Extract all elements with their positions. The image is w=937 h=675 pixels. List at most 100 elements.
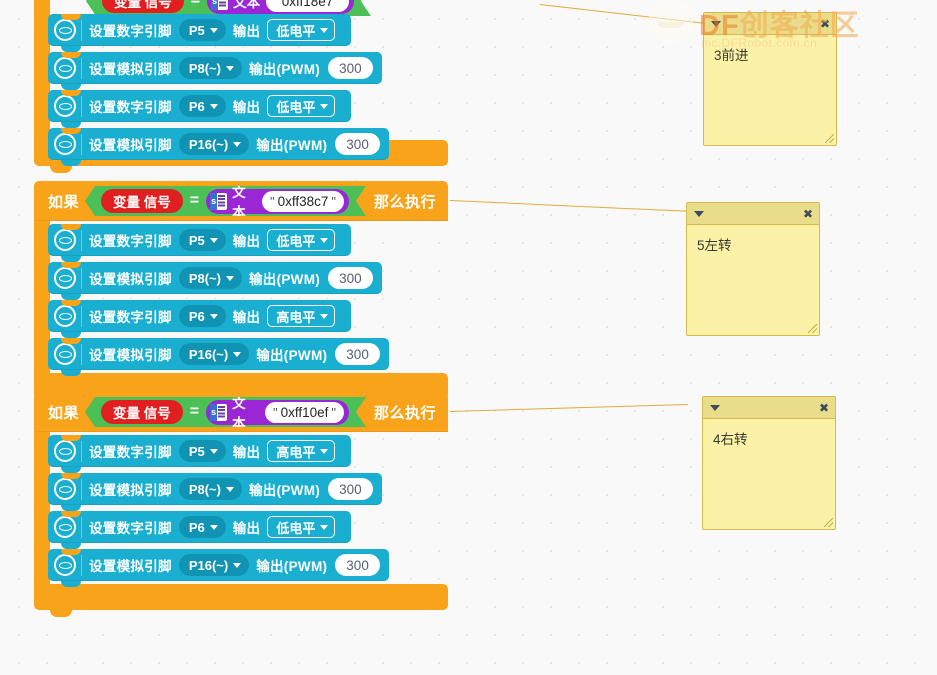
resize-handle[interactable]	[824, 518, 833, 527]
output-label: 输出	[232, 234, 261, 249]
if-keyword: 如果	[48, 404, 80, 422]
text-value-right[interactable]: " 0xff10ef "	[265, 402, 344, 423]
comment-text[interactable]: 5左转	[687, 225, 819, 267]
output-label: 输出	[232, 100, 261, 115]
set-analog-pin-block[interactable]: 设置模拟引脚 P16(~) 输出(PWM) 300	[48, 549, 389, 587]
divider	[81, 267, 82, 289]
if-block-right[interactable]: 如果 变量 信号 = s 文本 " 0xff10ef " 那么执行	[34, 392, 448, 617]
pin-icon	[54, 267, 76, 289]
pin-dropdown[interactable]: P5	[178, 229, 226, 251]
pwm-value-field[interactable]: 300	[335, 133, 380, 155]
text-reporter-forward[interactable]: s 文本 " 0xff18e7 "	[207, 0, 354, 14]
set-analog-pin-block[interactable]: 设置模拟引脚 P16(~) 输出(PWM) 300	[48, 128, 389, 166]
collapse-caret-icon[interactable]	[711, 20, 721, 27]
comment-left[interactable]: ✖ 5左转	[686, 202, 820, 336]
pwm-value-field[interactable]: 300	[328, 478, 373, 500]
set-digital-pin-block[interactable]: 设置数字引脚 P6 输出 低电平	[48, 90, 352, 128]
comment-forward[interactable]: ✖ 3前进	[703, 12, 837, 146]
text-reporter-left[interactable]: s 文本 " 0xff38c7 "	[206, 189, 349, 214]
collapse-caret-icon[interactable]	[710, 404, 720, 411]
pin-dropdown[interactable]: P16(~)	[178, 133, 250, 155]
pin-dropdown-value: P16(~)	[188, 346, 229, 362]
resize-handle[interactable]	[825, 134, 834, 143]
variable-reporter-left[interactable]: 变量 信号	[101, 189, 183, 213]
block-label: 设置模拟引脚	[89, 272, 172, 287]
text-string-icon: s	[210, 193, 227, 210]
level-dropdown[interactable]: 高电平	[267, 440, 336, 462]
if-header-left[interactable]: 如果 变量 信号 = s 文本 " 0xff38c7 " 那么执行	[34, 181, 448, 221]
close-icon[interactable]: ✖	[803, 208, 813, 220]
set-digital-pin-block[interactable]: 设置数字引脚 P6 输出 高电平	[48, 300, 352, 338]
pin-dropdown[interactable]: P6	[178, 95, 226, 117]
level-dropdown-value: 高电平	[276, 444, 316, 460]
set-analog-pin-block[interactable]: 设置模拟引脚 P8(~) 输出(PWM) 300	[48, 262, 382, 300]
level-dropdown[interactable]: 高电平	[267, 305, 336, 327]
df-hexagon-logo-icon	[649, 0, 693, 46]
block-label: 设置模拟引脚	[89, 138, 172, 153]
pwm-value-field[interactable]: 300	[328, 267, 373, 289]
variable-reporter-right[interactable]: 变量 信号	[101, 400, 183, 424]
comment-header[interactable]: ✖	[703, 397, 835, 419]
pin-dropdown[interactable]: P6	[178, 305, 226, 327]
text-reporter-right[interactable]: s 文本 " 0xff10ef "	[206, 400, 349, 425]
level-dropdown-value: 低电平	[276, 233, 316, 249]
close-icon[interactable]: ✖	[820, 18, 830, 30]
block-label: 设置模拟引脚	[89, 559, 172, 574]
close-icon[interactable]: ✖	[819, 402, 829, 414]
chevron-down-icon	[209, 27, 218, 33]
level-dropdown[interactable]: 低电平	[267, 229, 336, 251]
collapse-caret-icon[interactable]	[694, 210, 704, 217]
set-digital-pin-block[interactable]: 设置数字引脚 P5 输出 高电平	[48, 435, 352, 473]
equals-comparator-right[interactable]: 变量 信号 = s 文本 " 0xff10ef "	[85, 397, 366, 427]
block-label: 设置数字引脚	[89, 24, 172, 39]
pin-dropdown[interactable]: P8(~)	[178, 267, 242, 289]
text-value-left[interactable]: " 0xff38c7 "	[262, 191, 344, 212]
pwm-value-field[interactable]: 300	[335, 343, 380, 365]
pwm-value-field[interactable]: 300	[335, 554, 380, 576]
pwm-value-field[interactable]: 300	[328, 57, 373, 79]
text-value-forward[interactable]: " 0xff18e7 "	[266, 0, 349, 12]
comment-right[interactable]: ✖ 4右转	[702, 396, 836, 530]
text-string-icon: s	[210, 404, 227, 421]
variable-reporter-forward[interactable]: 变量 信号	[102, 0, 184, 13]
pin-dropdown[interactable]: P16(~)	[178, 343, 250, 365]
pin-dropdown[interactable]: P5	[178, 19, 226, 41]
chevron-down-icon	[233, 562, 242, 568]
level-dropdown[interactable]: 低电平	[267, 95, 336, 117]
comment-text[interactable]: 3前进	[704, 35, 836, 77]
if-block-left[interactable]: 如果 变量 信号 = s 文本 " 0xff38c7 " 那么执行	[34, 181, 448, 406]
pin-dropdown[interactable]: P16(~)	[178, 554, 250, 576]
level-dropdown[interactable]: 低电平	[267, 516, 336, 538]
pin-dropdown-value: P5	[188, 232, 205, 248]
level-dropdown-value: 高电平	[276, 309, 316, 325]
set-analog-pin-block[interactable]: 设置模拟引脚 P8(~) 输出(PWM) 300	[48, 52, 382, 90]
pin-icon	[54, 478, 76, 500]
comment-header[interactable]: ✖	[687, 203, 819, 225]
equals-comparator-left[interactable]: 变量 信号 = s 文本 " 0xff38c7 "	[85, 186, 366, 216]
output-label: 输出	[232, 24, 261, 39]
pin-dropdown[interactable]: P6	[178, 516, 226, 538]
pin-dropdown[interactable]: P8(~)	[178, 57, 242, 79]
comment-text[interactable]: 4右转	[703, 419, 835, 461]
equals-sign-left: =	[189, 192, 200, 209]
output-label: 输出(PWM)	[248, 483, 321, 498]
set-analog-pin-block[interactable]: 设置模拟引脚 P8(~) 输出(PWM) 300	[48, 473, 382, 511]
output-label: 输出(PWM)	[248, 62, 321, 77]
blockly-workspace[interactable]: 如果 变量 信号 = s 文本 " 0xff18e7 " 设置	[0, 0, 937, 675]
pin-dropdown[interactable]: P5	[178, 440, 226, 462]
output-label: 输出(PWM)	[256, 559, 328, 574]
level-dropdown[interactable]: 低电平	[267, 19, 336, 41]
resize-handle[interactable]	[808, 324, 817, 333]
pin-icon	[54, 229, 76, 251]
if-header-right[interactable]: 如果 变量 信号 = s 文本 " 0xff10ef " 那么执行	[34, 392, 448, 432]
text-label-forward: 文本	[233, 0, 261, 10]
set-digital-pin-block[interactable]: 设置数字引脚 P5 输出 低电平	[48, 14, 352, 52]
set-digital-pin-block[interactable]: 设置数字引脚 P6 输出 低电平	[48, 511, 352, 549]
divider	[81, 305, 82, 327]
set-analog-pin-block[interactable]: 设置模拟引脚 P16(~) 输出(PWM) 300	[48, 338, 389, 376]
chevron-down-icon	[320, 27, 329, 33]
set-digital-pin-block[interactable]: 设置数字引脚 P5 输出 低电平	[48, 224, 352, 262]
comment-header[interactable]: ✖	[704, 13, 836, 35]
pin-dropdown-value: P5	[188, 22, 205, 38]
pin-dropdown[interactable]: P8(~)	[178, 478, 242, 500]
